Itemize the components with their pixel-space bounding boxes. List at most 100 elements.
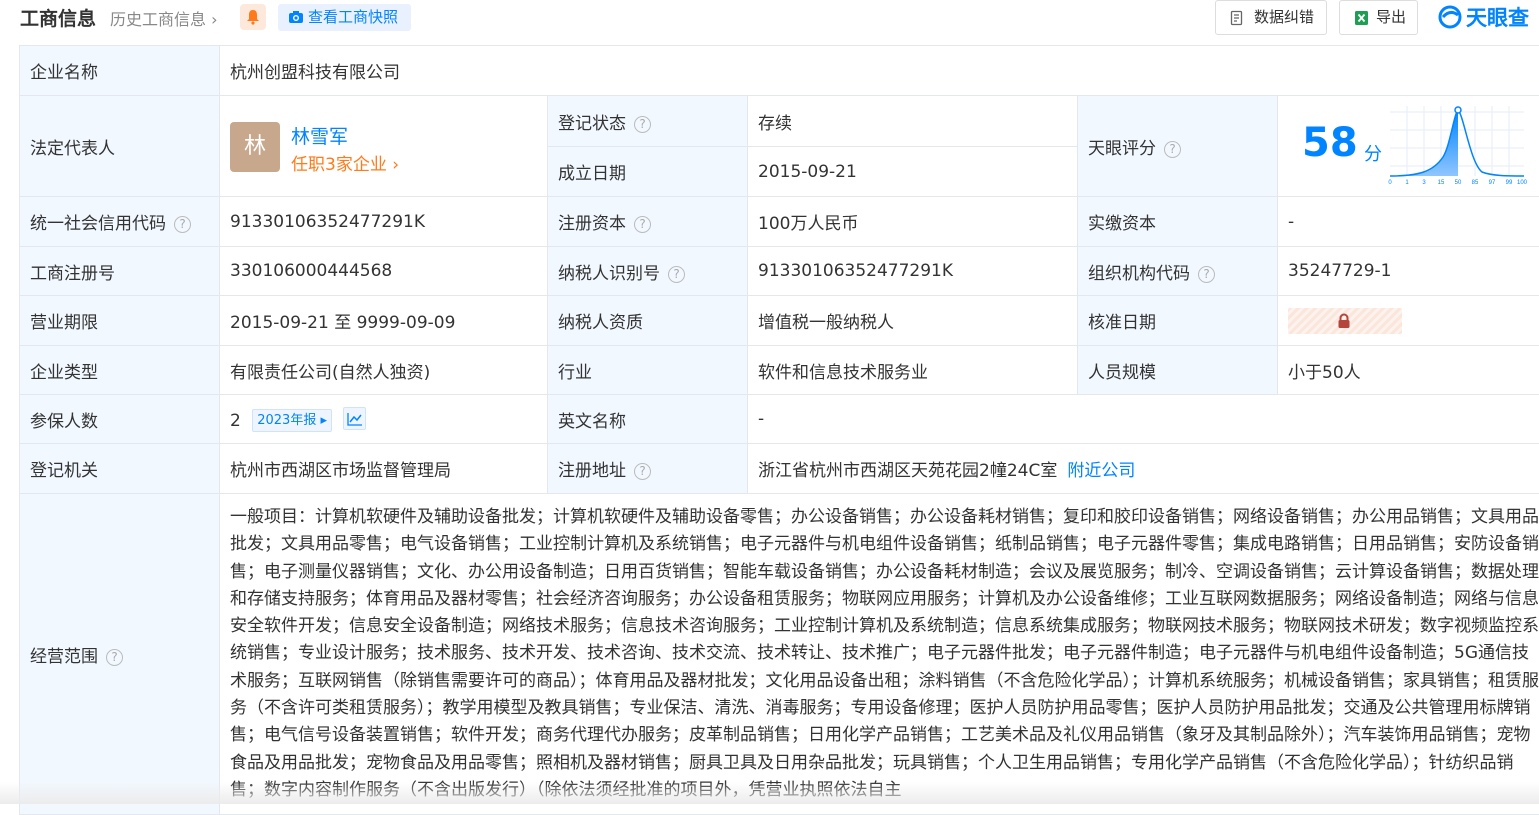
trend-chart-icon[interactable] (343, 407, 366, 430)
taxpayer-id-value: 91330106352477291K (748, 247, 1078, 296)
paid-capital-label: 实缴资本 (1078, 197, 1278, 247)
avatar[interactable]: 林 (230, 122, 280, 172)
staff-label: 人员规模 (1078, 346, 1278, 395)
score-axis-tick: 85 (1472, 180, 1479, 186)
lock-icon (1337, 313, 1351, 329)
company-name: 杭州创盟科技有限公司 (220, 46, 1539, 96)
legal-rep-cell: 林 林雪军 任职3家企业 › (220, 96, 548, 197)
help-icon[interactable]: ? (106, 649, 123, 666)
english-name-label: 英文名称 (548, 395, 748, 444)
edit-doc-icon (1230, 10, 1244, 26)
insured-value: 2 (230, 411, 241, 431)
taxpayer-id-label-cell: 纳税人识别号? (548, 247, 748, 296)
credit-code-value: 91330106352477291K (220, 197, 548, 247)
company-name-label: 企业名称 (20, 46, 220, 96)
address-value: 浙江省杭州市西湖区天苑花园2幢24C室 (758, 461, 1057, 481)
scope-label-cell: 经营范围? (20, 494, 220, 815)
score-axis-tick: 97 (1489, 180, 1496, 186)
type-label: 企业类型 (20, 346, 220, 395)
reg-no-value: 330106000444568 (220, 247, 548, 296)
help-icon[interactable]: ? (174, 216, 191, 233)
score-cell[interactable]: 58 分 0 1 3 15 50 85 97 (1278, 96, 1539, 197)
tax-qual-label: 纳税人资质 (548, 296, 748, 346)
legal-rep-jobs-link[interactable]: 任职3家企业 › (291, 150, 399, 175)
credit-code-label-cell: 统一社会信用代码? (20, 197, 220, 247)
export-button-label: 导出 (1376, 8, 1406, 26)
score-axis-tick: 1 (1405, 180, 1409, 186)
status-label: 登记状态 (558, 114, 626, 134)
nearby-companies-link[interactable]: 附近公司 (1067, 461, 1135, 481)
page-title: 工商信息 (20, 4, 96, 31)
table-row: 参保人数 2 2023年报 ▸ 英文名称 - (20, 395, 1539, 444)
term-value: 2015-09-21 至 9999-09-09 (220, 296, 548, 346)
type-value: 有限责任公司(自然人独资) (220, 346, 548, 395)
camera-icon (288, 10, 304, 24)
export-button[interactable]: 导出 (1339, 0, 1418, 35)
reg-capital-label: 注册资本 (558, 214, 626, 234)
founded-value: 2015-09-21 (748, 147, 1078, 197)
history-link-label: 历史工商信息 (110, 10, 206, 29)
help-icon[interactable]: ? (668, 266, 685, 283)
score-unit: 分 (1364, 140, 1382, 166)
correct-button-label: 数据纠错 (1254, 8, 1314, 26)
help-icon[interactable]: ? (634, 216, 651, 233)
table-row: 工商注册号 330106000444568 纳税人识别号? 9133010635… (20, 247, 1539, 296)
annual-report-tag-label: 2023年报 (257, 413, 316, 428)
org-code-label-cell: 组织机构代码? (1078, 247, 1278, 296)
score-label: 天眼评分 (1088, 139, 1156, 159)
correct-data-button[interactable]: 数据纠错 (1215, 0, 1327, 35)
table-row: 经营范围? 一般项目：计算机软硬件及辅助设备批发；计算机软硬件及辅助设备零售；办… (20, 494, 1539, 815)
status-value: 存续 (748, 96, 1078, 147)
industry-label: 行业 (548, 346, 748, 395)
taxpayer-id-label: 纳税人识别号 (558, 264, 660, 284)
history-link[interactable]: 历史工商信息 › (110, 6, 218, 30)
snapshot-button-label: 查看工商快照 (308, 8, 398, 26)
help-icon[interactable]: ? (634, 463, 651, 480)
help-icon[interactable]: ? (634, 116, 651, 133)
score-value: 58 (1302, 120, 1358, 166)
insured-label: 参保人数 (20, 395, 220, 444)
reg-capital-value: 100万人民币 (748, 197, 1078, 247)
org-code-label: 组织机构代码 (1088, 264, 1190, 284)
legal-rep-label: 法定代表人 (20, 96, 220, 197)
legal-rep-name[interactable]: 林雪军 (291, 122, 348, 149)
table-row: 营业期限 2015-09-21 至 9999-09-09 纳税人资质 增值税一般… (20, 296, 1539, 346)
scope-label: 经营范围 (30, 647, 98, 667)
bell-icon[interactable] (240, 4, 266, 30)
score-axis-tick: 0 (1388, 180, 1392, 186)
business-info-table: 企业名称 杭州创盟科技有限公司 法定代表人 林 林雪军 任职3家企业 › 登记状… (19, 45, 1539, 815)
business-scope-text: 一般项目：计算机软硬件及辅助设备批发；计算机软硬件及辅助设备零售；办公设备销售；… (220, 494, 1539, 815)
brand-text: 天眼查 (1466, 6, 1529, 30)
help-icon[interactable]: ? (1198, 266, 1215, 283)
industry-value: 软件和信息技术服务业 (748, 346, 1078, 395)
table-row: 统一社会信用代码? 91330106352477291K 注册资本? 100万人… (20, 197, 1539, 247)
credit-code-label: 统一社会信用代码 (30, 214, 166, 234)
approve-date-value (1278, 296, 1539, 346)
snapshot-button[interactable]: 查看工商快照 (278, 4, 411, 31)
address-cell: 浙江省杭州市西湖区天苑花园2幢24C室附近公司 (748, 444, 1539, 494)
table-row: 登记机关 杭州市西湖区市场监督管理局 注册地址? 浙江省杭州市西湖区天苑花园2幢… (20, 444, 1539, 494)
chevron-right-icon: › (387, 155, 399, 175)
help-icon[interactable]: ? (1164, 141, 1181, 158)
legal-rep-jobs-label: 任职3家企业 (291, 155, 387, 175)
org-code-value: 35247729-1 (1278, 247, 1539, 296)
score-axis-tick: 15 (1438, 180, 1445, 186)
brand-logo: 天眼查 (1438, 2, 1529, 32)
founded-label: 成立日期 (548, 147, 748, 197)
address-label: 注册地址 (558, 461, 626, 481)
score-axis-tick: 50 (1455, 180, 1462, 186)
locked-value[interactable] (1288, 308, 1402, 334)
excel-icon (1354, 10, 1369, 26)
reg-capital-label-cell: 注册资本? (548, 197, 748, 247)
score-axis-tick: 100 (1517, 180, 1528, 186)
score-axis-tick: 99 (1506, 180, 1513, 186)
authority-label: 登记机关 (20, 444, 220, 494)
table-row: 企业名称 杭州创盟科技有限公司 (20, 46, 1539, 96)
caret-right-icon: ▸ (316, 413, 327, 428)
authority-value: 杭州市西湖区市场监督管理局 (220, 444, 548, 494)
insured-cell: 2 2023年报 ▸ (220, 395, 548, 444)
english-name-value: - (748, 395, 1539, 444)
annual-report-tag[interactable]: 2023年报 ▸ (252, 409, 332, 432)
approve-date-label: 核准日期 (1078, 296, 1278, 346)
status-label-cell: 登记状态? (548, 96, 748, 147)
